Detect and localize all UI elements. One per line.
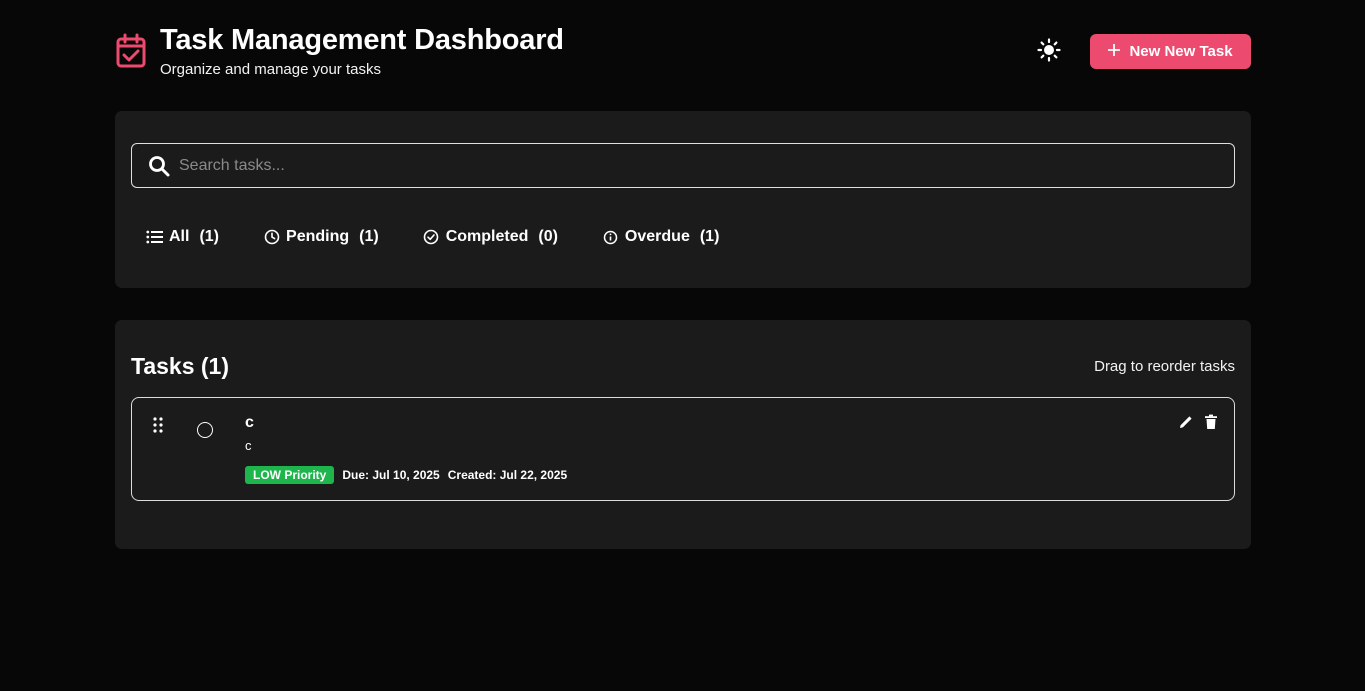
filter-tab-pending[interactable]: Pending (1)	[263, 228, 379, 246]
task-complete-checkbox[interactable]	[197, 422, 213, 438]
filter-tab-all[interactable]: All (1)	[146, 228, 219, 246]
drag-handle-icon[interactable]	[152, 416, 164, 434]
filter-count: (0)	[538, 228, 558, 245]
task-description: c	[245, 438, 252, 453]
drag-hint: Drag to reorder tasks	[1094, 358, 1235, 375]
header: Task Management Dashboard Organize and m…	[115, 0, 1251, 111]
filter-label: Overdue	[624, 228, 690, 245]
filter-tab-completed[interactable]: Completed (0)	[423, 228, 558, 246]
filter-count: (1)	[359, 228, 379, 245]
delete-icon[interactable]	[1204, 414, 1218, 430]
page-subtitle: Organize and manage your tasks	[160, 61, 381, 78]
priority-badge: LOW Priority	[245, 466, 335, 484]
task-card[interactable]: c c LOW Priority Due: Jul 10, 2025 Creat…	[131, 397, 1235, 501]
search-icon	[148, 155, 170, 177]
filter-tabs: All (1) Pending (1) Completed (0) Overdu…	[146, 228, 763, 246]
filter-label: Pending	[286, 228, 350, 245]
plus-icon	[1108, 43, 1121, 60]
edit-icon[interactable]	[1178, 414, 1194, 430]
search-input[interactable]	[177, 155, 1234, 176]
tasks-heading: Tasks (1)	[131, 353, 230, 379]
page-title: Task Management Dashboard	[160, 24, 564, 56]
calendar-check-icon	[115, 33, 147, 69]
clock-icon	[263, 229, 280, 246]
task-title: c	[245, 414, 254, 431]
filter-panel: All (1) Pending (1)	[115, 111, 1251, 288]
task-due-date: Due: Jul 10, 2025	[342, 468, 440, 482]
info-icon	[602, 229, 619, 246]
task-meta: LOW Priority Due: Jul 10, 2025 Created: …	[245, 466, 567, 484]
new-task-label: New New Task	[1129, 43, 1233, 60]
check-circle-icon	[423, 229, 440, 246]
sun-icon	[1037, 37, 1061, 67]
task-created-date: Created: Jul 22, 2025	[447, 468, 568, 482]
filter-count: (1)	[199, 228, 220, 245]
filter-label: All	[169, 228, 190, 245]
filter-count: (1)	[699, 228, 720, 245]
tasks-panel: Tasks (1) Drag to reorder tasks c c LOW …	[115, 320, 1251, 549]
new-task-button[interactable]: New New Task	[1090, 34, 1251, 69]
filter-label: Completed	[445, 228, 529, 245]
filter-tab-overdue[interactable]: Overdue (1)	[602, 228, 719, 246]
theme-toggle-button[interactable]	[1035, 37, 1063, 67]
search-box[interactable]	[131, 143, 1235, 188]
dashboard: Task Management Dashboard Organize and m…	[115, 0, 1251, 549]
list-icon	[146, 229, 163, 246]
